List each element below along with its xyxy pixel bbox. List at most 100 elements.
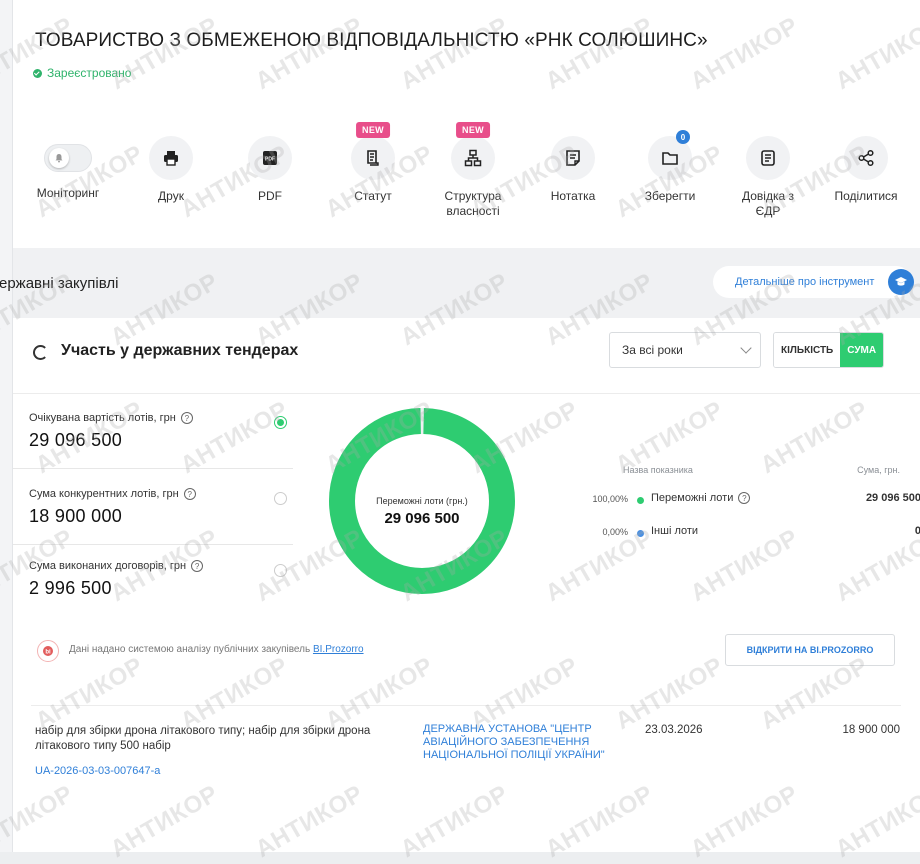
company-title: ТОВАРИСТВО З ОБМЕЖЕНОЮ ВІДПОВІДАЛЬНІСТЮ …: [35, 30, 708, 51]
metric-completed-contracts[interactable]: Сума виконаних договорів, грн? 2 996 500: [13, 560, 293, 599]
svg-text:bi: bi: [45, 649, 51, 655]
metric-expected-value[interactable]: Очікувана вартість лотів, грн? 29 096 50…: [13, 412, 293, 451]
divider: [31, 705, 901, 706]
tool-label: Нотатка: [550, 189, 596, 203]
svg-text:PDF: PDF: [265, 157, 275, 163]
tool-label: Моніторинг: [36, 186, 100, 200]
graduation-cap-icon: [888, 269, 915, 295]
legend-name: Переможні лоти?: [651, 492, 751, 504]
legend-row-winning: 100,00% Переможні лоти? 29 096 500: [573, 492, 920, 510]
legend-dot: [637, 497, 644, 504]
legend-dot: [637, 530, 644, 537]
metric-radio[interactable]: [274, 564, 287, 577]
metric-label-text: Сума конкурентних лотів, грн: [29, 488, 179, 500]
year-select-value: За всі роки: [622, 343, 683, 357]
tender-organization-link[interactable]: ДЕРЖАВНА УСТАНОВА "ЦЕНТР АВІАЦІЙНОГО ЗАБ…: [423, 723, 633, 762]
metric-competitive-lots[interactable]: Сума конкурентних лотів, грн? 18 900 000: [13, 488, 293, 527]
tender-date: 23.03.2026: [645, 724, 703, 736]
legend-sum: 29 096 500: [865, 492, 920, 504]
print-button[interactable]: Друк: [126, 136, 216, 204]
year-select[interactable]: За всі роки: [609, 332, 761, 368]
data-source-text: Дані надано системою аналізу публічних з…: [69, 644, 364, 655]
metric-label: Очікувана вартість лотів, грн?: [29, 412, 293, 424]
tool-details-button[interactable]: Детальніше про інструмент: [713, 266, 915, 298]
save-button[interactable]: 0 Зберегти: [625, 130, 715, 204]
metrics-list: Очікувана вартість лотів, грн? 29 096 50…: [13, 394, 293, 624]
help-icon[interactable]: ?: [180, 412, 193, 424]
pdf-icon: PDF: [248, 136, 292, 180]
document-icon: NEW: [351, 122, 395, 180]
bell-icon: [49, 148, 69, 168]
section-header: ержавні закупівлі Детальніше про інструм…: [0, 248, 920, 318]
legend-header-name: Назва показника: [623, 465, 693, 475]
metric-label: Сума виконаних договорів, грн?: [29, 560, 293, 572]
printer-icon: [149, 136, 193, 180]
metric-value: 2 996 500: [29, 578, 112, 598]
metric-radio[interactable]: [274, 492, 287, 505]
tender-id-link[interactable]: UA-2026-03-03-007647-a: [35, 765, 160, 777]
monitoring-toggle[interactable]: Моніторинг: [23, 136, 113, 201]
metric-label-text: Очікувана вартість лотів, грн: [29, 412, 176, 424]
note-icon: [551, 136, 595, 180]
donut-center-label: Переможні лоти (грн.): [376, 496, 468, 506]
share-button[interactable]: Поділитися: [821, 136, 911, 204]
tool-details-label: Детальніше про інструмент: [735, 276, 875, 288]
tool-label: Поділитися: [834, 189, 898, 203]
tender-amount: 18 900 000: [842, 724, 900, 736]
metric-value: 18 900 000: [29, 506, 123, 526]
tool-label: Друк: [158, 189, 184, 203]
tool-label: Довідка з ЄДР: [741, 189, 794, 218]
sum-toggle-button[interactable]: СУМА: [840, 333, 884, 367]
legend-name-text: Переможні лоти: [651, 492, 734, 504]
ownership-structure-button[interactable]: NEW Структура власності: [428, 122, 518, 219]
monitoring-switch[interactable]: [44, 144, 92, 172]
note-button[interactable]: Нотатка: [528, 136, 618, 204]
count-toggle-button[interactable]: КІЛЬКІСТЬ: [774, 333, 841, 367]
share-icon: [844, 136, 888, 180]
company-page: ТОВАРИСТВО З ОБМЕЖЕНОЮ ВІДПОВІДАЛЬНІСТЮ …: [0, 0, 920, 864]
legend-row-other: 0,00% Інші лоти 0: [573, 525, 920, 543]
open-bi-prozorro-button[interactable]: ВІДКРИТИ НА BI.PROZORRO: [725, 634, 895, 666]
metric-radio[interactable]: [274, 416, 287, 429]
status-badge: Зареєстровано: [33, 66, 131, 80]
pdf-button[interactable]: PDF PDF: [225, 136, 315, 204]
status-text: Зареєстровано: [47, 66, 132, 80]
certificate-icon: [746, 136, 790, 180]
new-badge: NEW: [356, 122, 390, 138]
prozorro-logo-icon: bi: [37, 640, 59, 662]
check-circle-icon: [33, 68, 42, 78]
tool-label: Статут: [354, 189, 392, 203]
tool-label: PDF: [258, 189, 282, 203]
help-icon[interactable]: ?: [183, 488, 196, 500]
new-badge: NEW: [456, 122, 490, 138]
divider: [13, 468, 293, 469]
statute-button[interactable]: NEW Статут: [328, 122, 418, 204]
folder-icon: 0: [648, 130, 692, 180]
metric-label-text: Сума виконаних договорів, грн: [29, 560, 187, 572]
help-icon[interactable]: ?: [738, 492, 751, 504]
edr-certificate-button[interactable]: Довідка з ЄДР: [723, 136, 813, 219]
help-icon[interactable]: ?: [191, 560, 204, 572]
company-header: ТОВАРИСТВО З ОБМЕЖЕНОЮ ВІДПОВІДАЛЬНІСТЮ …: [13, 0, 920, 118]
data-source-bar: bi Дані надано системою аналізу публічни…: [13, 620, 920, 686]
saved-count-badge: 0: [676, 130, 690, 144]
legend-percent: 0,00%: [602, 527, 628, 537]
metric-value: 29 096 500: [29, 430, 123, 450]
divider: [13, 544, 293, 545]
legend-header-sum: Сума, грн.: [857, 465, 900, 475]
metric-label: Сума конкурентних лотів, грн?: [29, 488, 293, 500]
hierarchy-icon: NEW: [451, 122, 495, 180]
action-toolbar: Моніторинг Друк PDF PDF NEW Статут NEW С…: [13, 118, 920, 248]
tenders-card-header: Участь у державних тендерах За всі роки …: [13, 318, 920, 394]
donut-center-value: 29 096 500: [384, 510, 460, 527]
legend-sum: 0: [914, 525, 920, 537]
legend-name: Інші лоти: [651, 525, 699, 537]
chevron-down-icon: [740, 342, 752, 354]
legend-percent: 100,00%: [592, 494, 628, 504]
section-title: ержавні закупівлі: [0, 275, 119, 292]
bi-prozorro-link[interactable]: BI.Prozorro: [313, 644, 364, 655]
tool-label: Структура власності: [444, 189, 502, 218]
count-sum-toggle: КІЛЬКІСТЬ СУМА: [773, 332, 885, 368]
tender-description: набір для збірки дрона літакового типу; …: [35, 725, 371, 752]
loading-spinner-icon: [33, 345, 48, 360]
